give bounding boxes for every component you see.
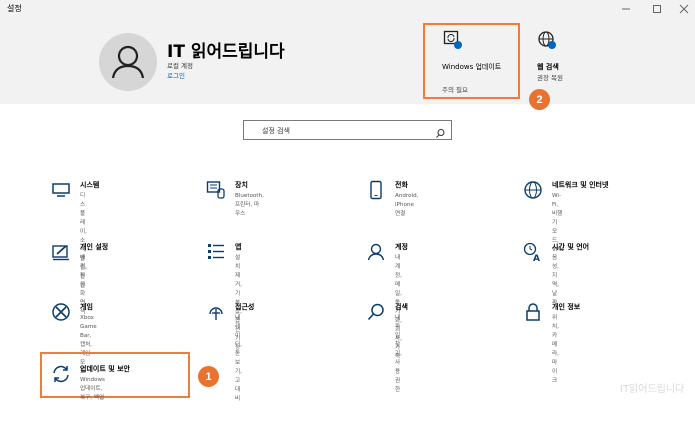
lock-icon — [526, 303, 540, 321]
avatar[interactable] — [99, 33, 157, 91]
category-label: 게임 — [80, 303, 93, 311]
monitor-icon — [52, 183, 70, 197]
window-title: 설정 — [7, 4, 22, 13]
globe-icon[interactable] — [537, 30, 557, 54]
windows-update-tile[interactable] — [423, 23, 520, 99]
annotation-badge-2: 2 — [529, 89, 550, 110]
category-desc: Bluetooth, 프린터, 마우스 — [235, 193, 264, 217]
category-label: 개인 설정 — [80, 243, 109, 251]
apps-list-icon — [208, 244, 224, 259]
personalization-icon — [52, 245, 69, 261]
windows-update-title: Windows 업데이트 — [442, 63, 502, 71]
svg-text:A: A — [533, 254, 540, 262]
phone-icon — [370, 180, 382, 200]
search-icon — [367, 303, 384, 321]
category-desc: 위치, 카메라, 마이크 — [552, 315, 559, 384]
annotation-badge-1: 1 — [198, 366, 219, 387]
category-desc: 음성, 지역, 날짜 — [552, 255, 559, 306]
category-label: 개인 정보 — [552, 303, 581, 311]
category-label: 접근성 — [235, 303, 255, 311]
category-label: 검색 — [395, 303, 408, 311]
close-icon[interactable] — [672, 0, 695, 18]
account-person-icon — [367, 243, 385, 261]
category-label: 업데이트 및 보안 — [80, 365, 130, 373]
sync-icon — [53, 365, 69, 383]
login-link[interactable]: 로그인 — [167, 70, 185, 80]
category-label: 계정 — [395, 243, 408, 251]
devices-icon — [206, 181, 225, 199]
category-label: 앱 — [235, 243, 242, 251]
category-desc: 내 파일 찾기, 사용 권한 — [395, 315, 402, 393]
time-language-icon: A — [523, 242, 540, 262]
web-search-status: 권장 복원 — [537, 74, 563, 82]
category-desc: Android, iPhone 연결 — [395, 193, 419, 217]
settings-search-input[interactable]: 설정 검색 — [243, 120, 452, 140]
category-label: 시간 및 언어 — [552, 243, 590, 251]
category-desc: Windows 업데이트, 복구, 백업 — [80, 377, 105, 401]
category-desc: 내레이터, 돋보기, 고대비 — [235, 315, 242, 402]
windows-update-status: 주의 필요 — [442, 86, 468, 94]
web-search-title[interactable]: 웹 검색 — [537, 62, 559, 72]
minimize-icon[interactable] — [614, 0, 638, 18]
accessibility-icon — [209, 307, 223, 320]
title-bar: 설정 — [0, 0, 695, 18]
account-name: IT 읽어드립니다 — [167, 42, 285, 62]
category-label: 전화 — [395, 181, 408, 189]
network-globe-icon — [524, 181, 542, 199]
watermark: IT읽어드립니다 — [620, 384, 685, 395]
category-label: 네트워크 및 인터넷 — [552, 181, 609, 189]
account-type: 로컬 계정 — [167, 62, 193, 70]
search-icon[interactable] — [435, 124, 446, 143]
category-label: 장치 — [235, 181, 248, 189]
person-icon — [111, 45, 145, 79]
maximize-icon[interactable] — [645, 0, 669, 18]
windows-update-icon — [443, 30, 463, 54]
category-label: 시스템 — [80, 181, 100, 189]
search-placeholder: 설정 검색 — [262, 127, 290, 135]
xbox-icon — [52, 303, 70, 321]
